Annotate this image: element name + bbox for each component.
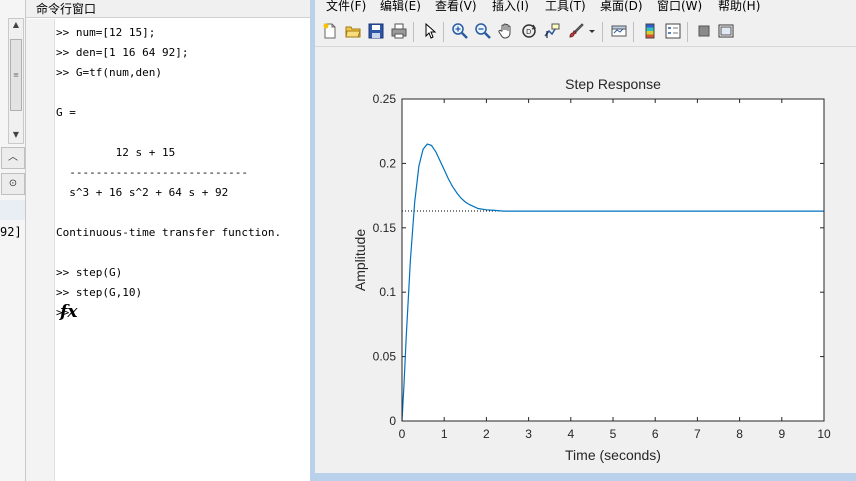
command-prompt[interactable]: >> xyxy=(56,306,281,326)
x-tick-label: 10 xyxy=(817,427,831,441)
step-response-chart[interactable]: Step Response 0 1 2 3 4 5 6 7 8 9 10 0 0.05 0.1 0.15 0.… xyxy=(315,47,856,473)
menu-edit[interactable]: 编辑(E) xyxy=(380,0,421,14)
toolbar-separator xyxy=(413,22,414,42)
command-line: >> G=tf(num,den) xyxy=(56,66,162,79)
figure-toolbar: D xyxy=(315,18,856,47)
command-line: s^3 + 16 s^2 + 64 s + 92 xyxy=(56,186,229,199)
show-plot-tools-icon[interactable] xyxy=(717,22,735,40)
menu-view[interactable]: 查看(V) xyxy=(435,0,477,14)
y-tick-label: 0 xyxy=(389,414,396,428)
pointer-icon[interactable] xyxy=(421,22,439,40)
axes-background[interactable] xyxy=(402,99,824,421)
partial-variable-value: 92] xyxy=(0,225,22,239)
command-line: --------------------------- xyxy=(56,166,249,179)
command-line xyxy=(56,206,281,226)
x-tick-label: 8 xyxy=(736,427,743,441)
y-axis-label: Amplitude xyxy=(352,229,368,291)
panel-menu-button[interactable]: ⊙ xyxy=(1,173,25,195)
selection-band xyxy=(0,200,25,220)
menu-window[interactable]: 窗口(W) xyxy=(657,0,702,14)
hide-plot-tools-icon[interactable] xyxy=(695,22,713,40)
open-file-icon[interactable] xyxy=(344,22,362,40)
y-tick-label: 0.15 xyxy=(373,221,397,235)
x-tick-label: 0 xyxy=(399,427,406,441)
link-plot-icon[interactable] xyxy=(610,22,628,40)
scroll-up-arrow[interactable]: ▲ xyxy=(10,19,22,31)
legend-icon[interactable] xyxy=(664,22,682,40)
y-tick-label: 0.05 xyxy=(373,350,397,364)
command-line: >> step(G,10) xyxy=(56,286,143,299)
x-axis-label: Time (seconds) xyxy=(565,447,661,463)
command-line xyxy=(56,246,281,266)
command-line: Continuous-time transfer function. xyxy=(56,226,282,239)
brush-dropdown-icon[interactable] xyxy=(587,22,597,40)
scroll-thumb[interactable]: ≡ xyxy=(10,39,22,111)
function-browser-icon[interactable]: fx xyxy=(60,302,77,322)
menu-desktop[interactable]: 桌面(D) xyxy=(600,0,643,14)
new-figure-icon[interactable] xyxy=(321,22,339,40)
x-tick-label: 5 xyxy=(610,427,617,441)
print-icon[interactable] xyxy=(390,22,408,40)
x-tick-label: 7 xyxy=(694,427,701,441)
chevron-up-icon: ︿ xyxy=(8,152,18,163)
colorbar-icon[interactable] xyxy=(641,22,659,40)
scroll-down-arrow[interactable]: ▼ xyxy=(10,129,22,141)
y-tick-label: 0.1 xyxy=(379,285,396,299)
y-tick-label: 0.2 xyxy=(379,156,396,170)
figure-window: 文件(F) 编辑(E) 查看(V) 插入(I) 工具(T) 桌面(D) 窗口(W… xyxy=(310,0,856,481)
rotate-3d-icon[interactable]: D xyxy=(520,22,538,40)
data-cursor-icon[interactable] xyxy=(543,22,561,40)
command-history: >> num=[12 15]; >> den=[1 16 64 92]; >> … xyxy=(56,26,281,326)
command-window-title: 命令行窗口 xyxy=(26,0,310,18)
menu-tools[interactable]: 工具(T) xyxy=(545,0,586,14)
x-tick-label: 4 xyxy=(567,427,574,441)
figure-menubar: 文件(F) 编辑(E) 查看(V) 插入(I) 工具(T) 桌面(D) 窗口(W… xyxy=(315,0,856,16)
zoom-in-icon[interactable] xyxy=(451,22,469,40)
menu-help[interactable]: 帮助(H) xyxy=(718,0,760,14)
command-line: G = xyxy=(56,106,76,119)
x-tick-label: 3 xyxy=(525,427,532,441)
zoom-out-icon[interactable] xyxy=(474,22,492,40)
pan-hand-icon[interactable] xyxy=(497,22,515,40)
command-line: >> step(G) xyxy=(56,266,123,279)
toolbar-separator xyxy=(687,22,688,42)
menu-file[interactable]: 文件(F) xyxy=(326,0,366,14)
toolbar-separator xyxy=(633,22,634,42)
command-line: >> num=[12 15]; xyxy=(56,26,156,39)
figure-client-area: 文件(F) 编辑(E) 查看(V) 插入(I) 工具(T) 桌面(D) 窗口(W… xyxy=(315,0,856,473)
chart-title: Step Response xyxy=(565,76,661,92)
dropdown-icon: ⊙ xyxy=(8,178,18,189)
x-tick-label: 9 xyxy=(778,427,785,441)
save-icon[interactable] xyxy=(367,22,385,40)
toolbar-separator xyxy=(602,22,603,42)
x-tick-label: 6 xyxy=(652,427,659,441)
command-line: >> den=[1 16 64 92]; xyxy=(56,46,189,59)
left-scrollbar[interactable]: ▲ ≡ ▼ xyxy=(8,18,24,144)
grip-icon: ≡ xyxy=(13,71,19,79)
command-gutter xyxy=(26,19,55,481)
command-window[interactable]: 命令行窗口 >> num=[12 15]; >> den=[1 16 64 92… xyxy=(26,0,310,481)
command-line: 12 s + 15 xyxy=(56,146,176,159)
svg-text:D: D xyxy=(526,28,531,36)
brush-icon[interactable] xyxy=(567,22,585,40)
plot-area[interactable]: Step Response 0 1 2 3 4 5 6 7 8 9 10 0 0.05 0.1 0.15 0.… xyxy=(315,47,856,473)
menu-insert[interactable]: 插入(I) xyxy=(492,0,529,14)
y-tick-label: 0.25 xyxy=(373,92,397,106)
left-panel-strip: ▲ ≡ ▼ ︿ ⊙ 92] xyxy=(0,0,26,481)
command-line xyxy=(56,86,281,106)
toolbar-separator xyxy=(443,22,444,42)
x-tick-label: 1 xyxy=(441,427,448,441)
x-tick-label: 2 xyxy=(483,427,490,441)
collapse-button[interactable]: ︿ xyxy=(1,147,25,169)
command-line xyxy=(56,126,281,146)
